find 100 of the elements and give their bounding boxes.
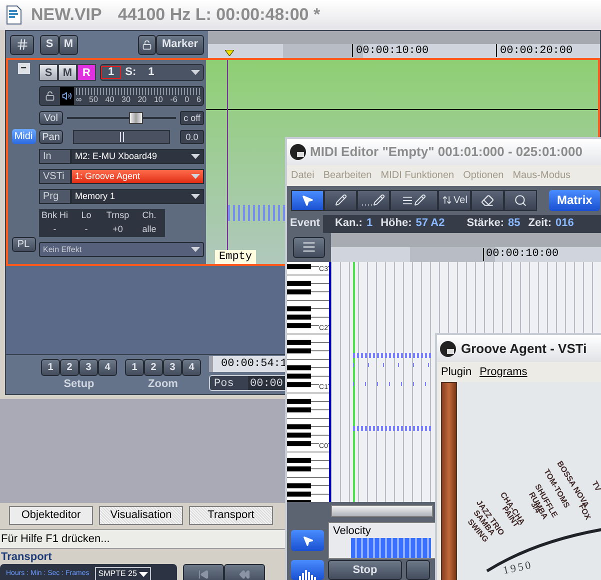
dropdown-caret-icon [191, 174, 200, 179]
list-icon [302, 240, 316, 254]
search-icon [514, 194, 527, 207]
meter-scale-label: 20 [138, 95, 147, 105]
keyboard-view-button[interactable] [293, 236, 325, 258]
tab[interactable]: Transport [189, 506, 273, 525]
routing-dropdown[interactable]: 1: Groove Agent [71, 169, 204, 184]
track-toggle-button[interactable]: S [39, 64, 58, 80]
tool-label: Vel [454, 194, 468, 208]
tool-button[interactable] [390, 190, 438, 211]
pan-button[interactable]: Pan [39, 130, 63, 144]
meter-scale-label: 0 [184, 95, 190, 105]
mute-button[interactable]: M [59, 34, 78, 54]
routing-dropdown[interactable]: Memory 1 [71, 189, 204, 204]
app-logo-icon [290, 144, 306, 160]
tool-button[interactable]: Vel [438, 190, 471, 211]
setup-preset-button[interactable]: 4 [98, 359, 117, 376]
setup-label: Setup [64, 377, 94, 392]
routing-value: 1: Groove Agent [75, 170, 142, 183]
event-label: Event [287, 214, 323, 233]
lock-button[interactable] [138, 34, 156, 54]
pencil-icon [414, 194, 426, 206]
pan-value: 0.0 [180, 130, 204, 144]
sync-label: S: [125, 64, 136, 80]
vol-button[interactable]: Vol [39, 111, 63, 125]
channel-selector[interactable]: 1 S: 1 [100, 64, 204, 80]
pan-slider[interactable] [73, 130, 170, 144]
routing-value: M2: E-MU Xboard49 [75, 150, 158, 163]
playhead-marker-icon [225, 50, 234, 56]
event-field-label: Zeit: [528, 216, 552, 232]
pos-value: 00:00 [248, 376, 286, 390]
pencil-icon [334, 194, 346, 206]
channel-number: 1 [101, 66, 122, 78]
menu-item[interactable]: Plugin [441, 364, 472, 380]
track-toggle-button[interactable]: M [58, 64, 77, 80]
setup-preset-button[interactable]: 2 [60, 359, 79, 376]
routing-label: Prg [39, 189, 71, 204]
pos-label: Pos [213, 377, 235, 390]
tab[interactable]: Visualisation [99, 506, 183, 525]
track-toggle-button[interactable]: R [77, 64, 96, 80]
window-title: MIDI Editor "Empty" 001:01:000 - 025:01:000 [310, 143, 582, 162]
smpte-dropdown[interactable]: SMPTE 25 [95, 567, 151, 580]
matrix-button[interactable]: Matrix [549, 190, 600, 211]
menu-item[interactable]: Programs [480, 364, 528, 380]
tab[interactable]: Objekteditor [9, 506, 93, 525]
collapse-button[interactable]: − [18, 63, 30, 74]
tool-button[interactable] [324, 190, 357, 211]
zoom-preset-button[interactable]: 3 [163, 359, 182, 376]
rewind-to-start-button[interactable] [183, 564, 224, 580]
pl-button[interactable]: PL [12, 237, 36, 252]
dropdown-caret-icon [191, 194, 200, 199]
style-label: TV [590, 480, 601, 493]
window-title: NEW.VIP [31, 4, 102, 26]
stop-button[interactable]: Stop [328, 560, 402, 580]
setup-preset-button[interactable]: 1 [41, 359, 60, 376]
transport-title: Transport [0, 550, 53, 564]
meter-scale-label: 40 [105, 95, 114, 105]
routing-label: In [39, 149, 71, 164]
lock-icon [142, 40, 152, 50]
zoom-preset-button[interactable]: 1 [125, 359, 144, 376]
tool-button[interactable] [357, 190, 390, 211]
routing-label: VSTi [39, 169, 71, 184]
marker-button[interactable]: Marker [156, 34, 204, 54]
pointer-button[interactable] [291, 530, 324, 552]
dropdown-caret-icon [191, 70, 200, 74]
event-field-label: Stärke: [466, 216, 504, 232]
arrow-pointer-icon [302, 534, 314, 547]
tool-button[interactable] [291, 190, 324, 211]
bank-value: alle [141, 223, 158, 236]
zoom-preset-button[interactable]: 2 [144, 359, 163, 376]
routing-dropdown[interactable]: M2: E-MU Xboard49 [71, 149, 204, 164]
bank-value: - [84, 223, 89, 236]
dotted-line-icon [362, 204, 372, 206]
velocity-view-button[interactable] [291, 560, 324, 580]
rewind-button[interactable] [224, 564, 265, 580]
pan-thumb[interactable] [120, 132, 124, 142]
routing-value: Memory 1 [75, 190, 116, 203]
zoom-preset-button[interactable]: 4 [182, 359, 201, 376]
bank-column-header: Bnk Hi [40, 209, 69, 222]
tool-button[interactable] [504, 190, 537, 211]
horizontal-scrollbar[interactable] [331, 505, 433, 518]
slider-thumb[interactable] [128, 112, 143, 124]
effect-dropdown[interactable]: Kein Effekt [39, 242, 204, 257]
meter-scale-label: 50 [89, 95, 98, 105]
event-field-value: 85 [508, 216, 520, 232]
toolbar-button[interactable] [406, 560, 430, 580]
event-field-value: 016 [556, 216, 574, 232]
midi-button[interactable]: Midi [12, 129, 36, 144]
setup-preset-button[interactable]: 3 [79, 359, 98, 376]
event-field-value: 57 A2 [416, 216, 445, 232]
zoom-label: Zoom [148, 377, 178, 392]
ruler-tick-label: 00:00:10:00 [483, 248, 559, 261]
volume-slider[interactable] [67, 112, 176, 124]
bank-column-header: Lo [80, 209, 92, 222]
bar-chart-icon [298, 568, 318, 580]
solo-button[interactable]: S [40, 34, 59, 54]
sync-value: 1 [148, 64, 154, 80]
bank-column-header: Ch. [141, 209, 158, 222]
tool-button[interactable] [471, 190, 504, 211]
grid-button[interactable] [10, 34, 34, 54]
